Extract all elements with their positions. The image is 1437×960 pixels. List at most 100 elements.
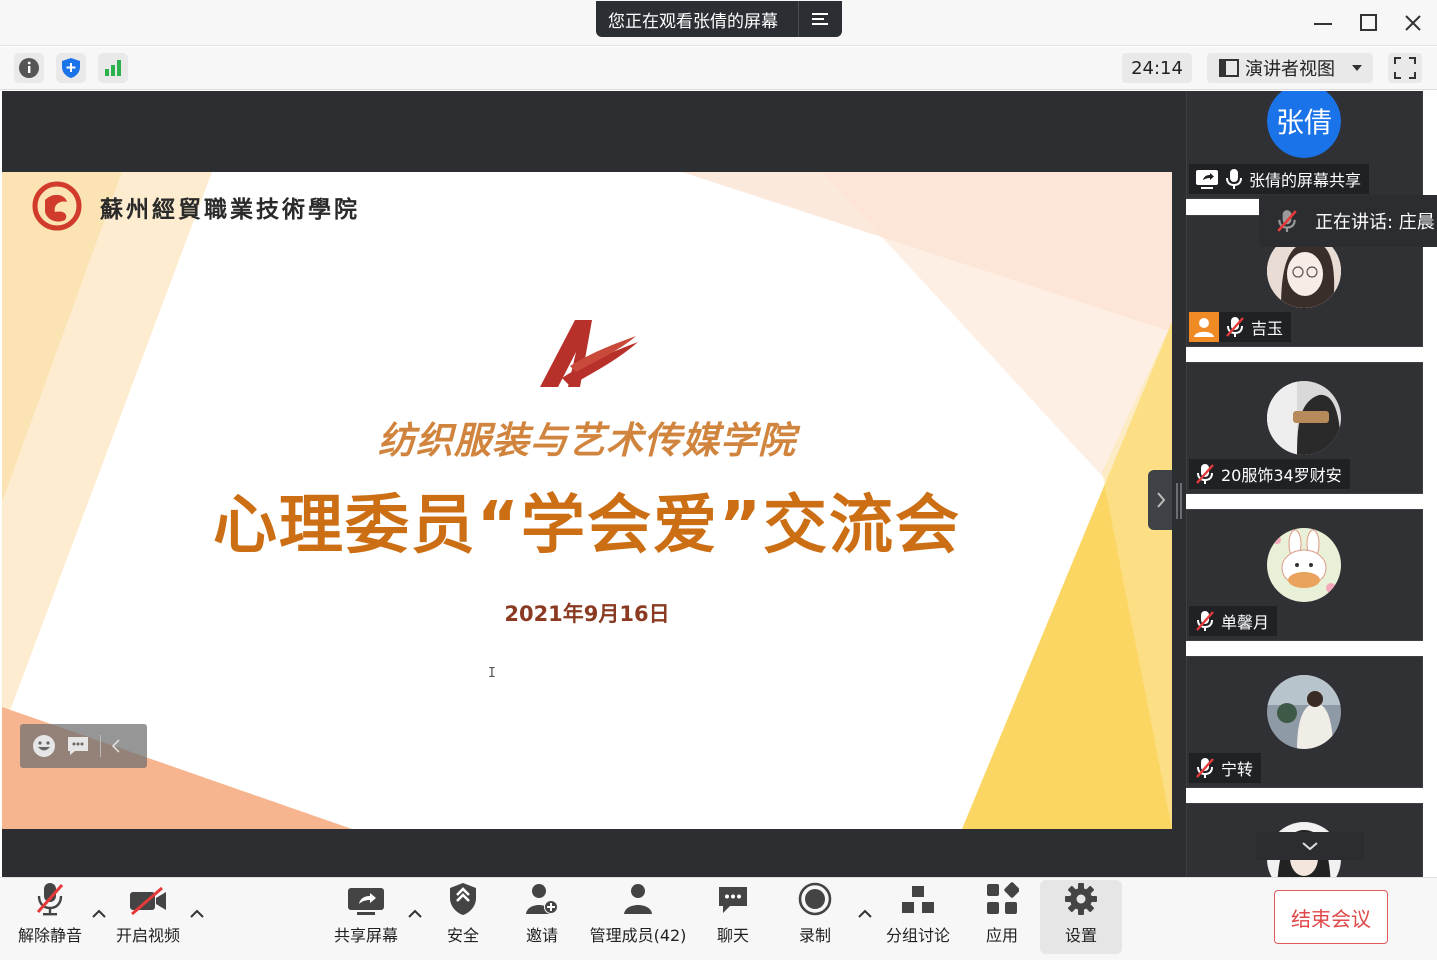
viewing-banner[interactable]: 您正在观看张倩的屏幕 (596, 1, 842, 37)
unmute-label: 解除静音 (17, 926, 82, 945)
participant-namebar: 20服饰34罗财安 (1189, 459, 1350, 489)
mic-muted-icon (1277, 210, 1297, 232)
user-badge-icon (1189, 312, 1219, 342)
avatar-image (1267, 528, 1341, 602)
mic-muted-icon (1196, 758, 1214, 778)
participant-tile[interactable]: 单馨月 (1186, 509, 1423, 641)
participant-name: 吉玉 (1251, 319, 1284, 338)
participant-tile[interactable]: 20服饰34罗财安 (1186, 362, 1423, 494)
share-options-caret-icon[interactable] (407, 906, 423, 922)
share-screen-label: 共享屏幕 (333, 926, 398, 945)
avatar (1267, 381, 1341, 455)
meeting-timer: 24:14 (1122, 53, 1192, 83)
caret-down-icon (1352, 65, 1362, 71)
minimize-icon[interactable] (1306, 8, 1340, 38)
info-icon[interactable] (14, 53, 44, 83)
breakout-icon (902, 886, 934, 913)
manage-members-label: 管理成员(42) (589, 926, 687, 945)
security-button[interactable]: 安全 (443, 878, 483, 956)
chat-label: 聊天 (716, 926, 749, 945)
participant-tile[interactable]: 宁转 (1186, 656, 1423, 788)
speaker-view-icon (1219, 59, 1239, 77)
participant-name: 单馨月 (1221, 613, 1270, 632)
meeting-toolbar: 24:14 演讲者视图 (0, 47, 1437, 90)
college-title: 纺织服装与艺术传媒学院 (378, 419, 796, 462)
resize-grip[interactable] (1176, 483, 1182, 519)
record-label: 录制 (798, 926, 831, 945)
add-user-icon (526, 884, 558, 914)
mic-muted-icon (36, 883, 64, 916)
shield-icon (450, 883, 476, 915)
panel-divider[interactable] (1172, 91, 1186, 877)
chat-icon (719, 887, 747, 913)
breakout-rooms-button[interactable]: 分组讨论 (884, 878, 952, 956)
banner-menu-icon[interactable] (798, 1, 842, 37)
meeting-controls: 解除静音 开启视频 共享屏幕 安全 邀请 管理成员(42) 聊天 录制 分组讨论… (0, 877, 1437, 960)
record-button[interactable]: 录制 (795, 878, 835, 956)
members-icon (624, 884, 652, 914)
view-mode-select[interactable]: 演讲者视图 (1207, 53, 1373, 83)
share-screen-icon (348, 888, 384, 915)
avatar: 张倩 (1267, 91, 1341, 158)
audio-options-caret-icon[interactable] (91, 906, 107, 922)
share-screen-button[interactable]: 共享屏幕 (332, 878, 400, 956)
fullscreen-icon[interactable] (1388, 53, 1422, 83)
mic-muted-icon (1196, 464, 1214, 484)
invite-button[interactable]: 邀请 (522, 878, 562, 956)
participant-tile[interactable]: 张倩 张倩的屏幕共享 (1186, 91, 1423, 199)
start-video-button[interactable]: 开启视频 (114, 878, 182, 956)
participant-name: 张倩的屏幕共享 (1249, 171, 1362, 190)
speaking-indicator: 正在讲话: 庄晨 (1259, 195, 1437, 247)
participant-name: 宁转 (1221, 760, 1254, 779)
college-logo (540, 320, 638, 387)
signal-icon[interactable] (98, 53, 128, 83)
video-options-caret-icon[interactable] (189, 906, 205, 922)
avatar-image (1267, 675, 1341, 749)
maximize-icon[interactable] (1352, 8, 1386, 38)
settings-label: 设置 (1064, 926, 1097, 945)
record-options-caret-icon[interactable] (857, 906, 873, 922)
comment-icon[interactable] (66, 735, 90, 757)
security-label: 安全 (446, 926, 479, 945)
gear-icon (1065, 883, 1097, 915)
shared-screen-area: 蘇州經貿職業技術學院 纺织服装与艺术传媒学院 心理委员“学会爱”交流会 2021… (2, 91, 1172, 877)
collapse-panel-button[interactable] (1148, 470, 1174, 530)
unmute-button[interactable]: 解除静音 (17, 878, 83, 956)
chevron-down-icon (1302, 842, 1318, 851)
participant-namebar: 单馨月 (1189, 606, 1278, 636)
apps-label: 应用 (985, 926, 1018, 945)
speaking-text: 正在讲话: 庄晨 (1315, 212, 1435, 233)
mic-muted-icon (1196, 611, 1214, 631)
security-shield-icon[interactable] (56, 53, 86, 83)
participant-namebar: 张倩的屏幕共享 (1189, 164, 1370, 194)
gallery-scroll-down[interactable] (1256, 832, 1364, 860)
text-cursor: I (488, 666, 496, 681)
slide-headline: 心理委员“学会爱”交流会 (212, 489, 962, 563)
mic-muted-icon (1226, 317, 1244, 337)
emoji-icon[interactable] (32, 734, 56, 758)
title-bar: 您正在观看张倩的屏幕 (0, 0, 1437, 46)
participant-namebar: 宁转 (1189, 753, 1262, 783)
close-icon[interactable] (1396, 8, 1430, 38)
chevron-right-icon (1157, 492, 1166, 508)
settings-button[interactable]: 设置 (1061, 878, 1101, 956)
apps-button[interactable]: 应用 (982, 878, 1022, 956)
avatar-initials: 张倩 (1267, 91, 1341, 158)
mic-icon (1226, 169, 1242, 189)
breakout-rooms-label: 分组讨论 (885, 926, 950, 945)
chat-button[interactable]: 聊天 (713, 878, 753, 956)
record-icon (798, 882, 832, 916)
video-off-icon (130, 886, 166, 916)
apps-icon (987, 882, 1019, 914)
school-name: 蘇州經貿職業技術學院 (100, 196, 360, 223)
reaction-separator (100, 735, 101, 757)
manage-members-button[interactable]: 管理成员(42) (590, 878, 686, 956)
view-mode-label: 演讲者视图 (1245, 59, 1335, 80)
participant-name: 20服饰34罗财安 (1221, 466, 1342, 485)
end-meeting-button[interactable]: 结束会议 (1274, 890, 1388, 944)
avatar (1267, 528, 1341, 602)
collapse-left-icon[interactable] (111, 739, 121, 753)
viewing-banner-text: 您正在观看张倩的屏幕 (608, 11, 778, 32)
reaction-bar[interactable] (20, 724, 147, 768)
screen-share-icon (1196, 170, 1218, 189)
